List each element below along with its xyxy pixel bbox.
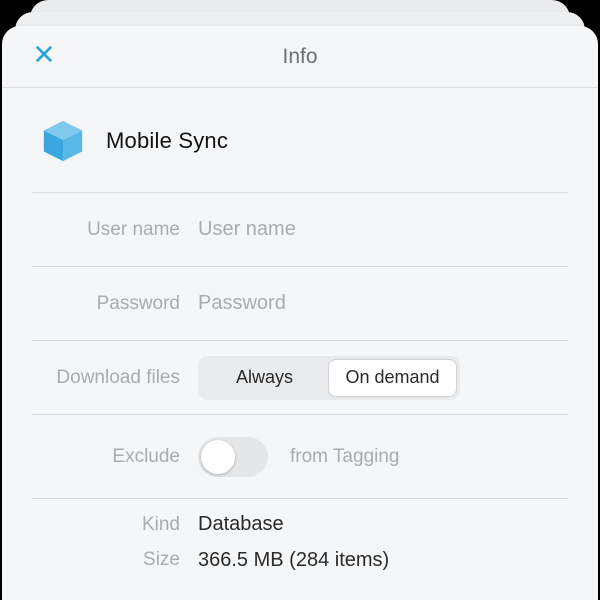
download-option-always[interactable]: Always: [201, 359, 328, 397]
download-files-label: Download files: [32, 367, 180, 389]
size-row: Size 366.5 MB (284 items): [32, 540, 568, 580]
username-input[interactable]: [198, 212, 568, 247]
panel-header: Info: [2, 26, 598, 88]
kind-row: Kind Database: [32, 498, 568, 540]
size-label: Size: [32, 549, 180, 571]
close-icon: [33, 43, 55, 70]
kind-value: Database: [198, 513, 284, 536]
exclude-suffix: from Tagging: [290, 446, 400, 468]
username-label: User name: [32, 219, 180, 241]
close-button[interactable]: [24, 37, 64, 77]
panel-title: Info: [282, 45, 317, 69]
info-panel: Info Mobile Sync User name Password: [2, 26, 598, 600]
database-cube-icon: [40, 118, 86, 164]
download-files-row: Download files Always On demand: [32, 340, 568, 414]
kind-label: Kind: [32, 514, 180, 536]
exclude-row: Exclude from Tagging: [32, 414, 568, 498]
password-row: Password: [32, 266, 568, 340]
toggle-knob: [201, 440, 235, 474]
password-label: Password: [32, 293, 180, 315]
username-row: User name: [32, 192, 568, 266]
item-header: Mobile Sync: [32, 88, 568, 192]
size-value: 366.5 MB (284 items): [198, 549, 389, 572]
exclude-toggle[interactable]: [198, 437, 268, 477]
password-input[interactable]: [198, 286, 568, 321]
download-option-on-demand[interactable]: On demand: [328, 359, 457, 397]
item-name: Mobile Sync: [106, 128, 228, 154]
exclude-label: Exclude: [32, 446, 180, 468]
download-files-segmented: Always On demand: [198, 356, 460, 400]
